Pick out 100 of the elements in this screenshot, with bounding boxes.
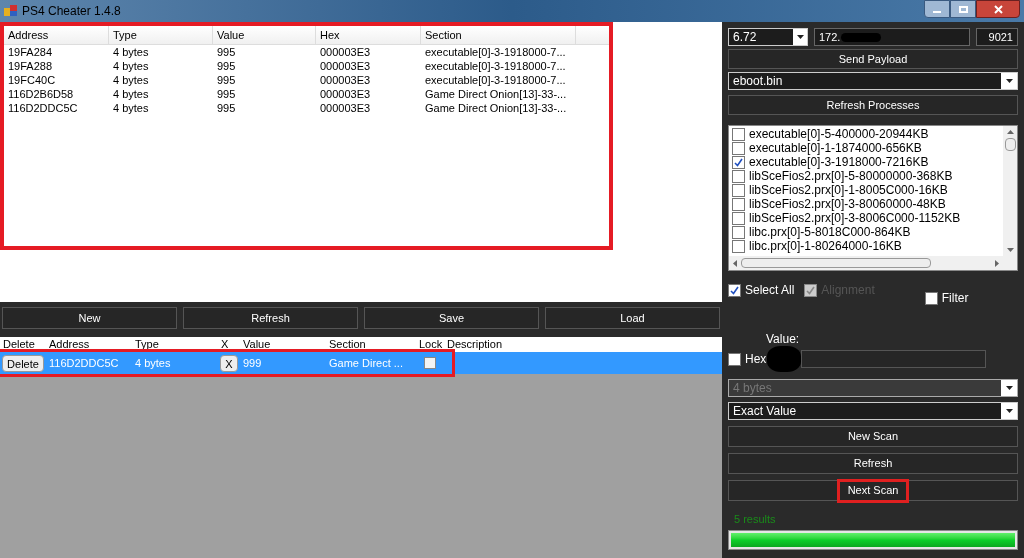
refresh-processes-button[interactable]: Refresh Processes [728,95,1018,115]
vertical-scrollbar[interactable] [1003,126,1017,256]
value-label: Value: [766,331,801,348]
table-cell-text: 995 [216,101,237,115]
table-cell-text: executable[0]-3-1918000-7... [424,73,567,87]
dropdown[interactable]: Exact Value [728,402,1018,420]
maximize-button[interactable] [950,0,976,18]
table-cell-text: 19FA288 [7,59,54,73]
button[interactable]: Save [364,307,539,329]
column-header[interactable]: Section [421,26,576,44]
table-cell-text: 4 bytes [112,45,150,59]
checkbox[interactable] [732,239,745,253]
table-cell-text: 4 bytes [112,59,150,73]
column-header[interactable]: Value [240,337,326,352]
column-header[interactable]: Type [132,337,218,352]
minimize-button[interactable] [924,0,950,18]
table-cell-text: Game Direct ... [328,355,404,371]
button[interactable]: New Scan [728,426,1018,447]
table-cell-text: 116D2DDC5C [48,355,120,371]
dropdown[interactable]: eboot.bin [728,72,1018,90]
column-header[interactable]: Lock [416,337,444,352]
caret-icon [1005,386,1013,390]
scroll-right-icon[interactable] [995,259,999,267]
ip-field[interactable]: 172. [814,28,970,46]
button[interactable]: Next Scan [728,480,1018,501]
table-cell-text: 995 [216,59,237,73]
column-header[interactable]: Type [109,26,213,44]
scroll-down-icon[interactable] [1006,248,1014,252]
table-cell-text: 4 bytes [112,87,150,101]
column-header[interactable]: X [218,337,240,352]
button[interactable]: Refresh [183,307,358,329]
table-cell-text: 19FC40C [7,73,57,87]
table-cell-text: 000003E3 [319,73,372,87]
remove-button[interactable]: X [220,354,238,372]
checkbox[interactable] [732,155,745,169]
column-header[interactable]: Description [444,337,722,352]
column-header[interactable]: Delete [0,337,46,352]
checkbox-label: libSceFios2.prx[0]-3-80060000-48KB [749,197,946,213]
checkbox-label: Hex [745,351,767,368]
table-cell-text: 19FA284 [7,45,54,59]
table-cell-text: executable[0]-3-1918000-7... [424,45,567,59]
checkbox[interactable] [728,352,741,366]
table-cell-text: 4 bytes [112,73,150,87]
table-cell-text: 4 bytes [112,101,150,115]
column-header[interactable]: Value [213,26,316,44]
button[interactable]: New [2,307,177,329]
checkbox-label: executable[0]-1-1874000-656KB [749,141,922,157]
checkbox[interactable] [732,141,745,155]
table-cell-text: 4 bytes [134,355,172,371]
table-cell-text: 000003E3 [319,45,372,59]
delete-button[interactable]: Delete [2,354,44,372]
checkbox[interactable] [732,127,745,141]
checkbox[interactable] [732,197,745,211]
checkbox-label: libSceFios2.prx[0]-1-8005C000-16KB [749,183,948,199]
button[interactable]: Load [545,307,720,329]
results-count: 5 results [734,512,777,527]
checkbox-label: executable[0]-3-1918000-7216KB [749,155,929,171]
window-title: PS4 Cheater 1.4.8 [22,3,121,20]
checkbox-label: executable[0]-5-400000-20944KB [749,126,929,143]
scroll-left-icon[interactable] [733,259,737,267]
table-row[interactable]: Delete 116D2DDC5C 4 bytes X 999 Game Direct ... [0,352,722,374]
port-field[interactable]: 9021 [976,28,1018,46]
column-header[interactable]: Section [326,337,416,352]
checkbox[interactable] [732,211,745,225]
horizontal-scrollbar[interactable] [729,256,1017,270]
column-header[interactable]: Address [4,26,109,44]
check-icon [730,285,739,295]
scroll-up-icon[interactable] [1006,130,1014,134]
app-icon [4,5,18,17]
table-cell-text: executable[0]-3-1918000-7... [424,59,567,73]
checkbox[interactable] [924,291,938,305]
checkbox-label: libc.prx[0]-5-8018C000-864KB [749,225,911,241]
column-header[interactable]: Hex [316,26,421,44]
table-cell-text: Game Direct Onion[13]-33-... [424,101,568,115]
firmware-dropdown[interactable]: 6.72 [728,28,808,46]
table-cell-text: 995 [216,45,237,59]
close-button[interactable] [976,0,1020,18]
caret-icon [1005,79,1013,83]
caret-icon [796,35,804,39]
checkbox[interactable] [728,283,741,297]
table-cell-text: Game Direct Onion[13]-33-... [424,87,568,101]
close-icon [993,4,1003,14]
button[interactable]: Refresh [728,453,1018,474]
checkbox-label: Filter [941,290,969,307]
checkbox[interactable] [732,169,745,183]
checkbox[interactable] [732,183,745,197]
lock-checkbox[interactable] [424,357,436,369]
checkbox-label: libSceFios2.prx[0]-3-8006C000-1152KB [749,211,961,227]
checkbox-label: libc.prx[0]-1-80264000-16KB [749,239,902,255]
scroll-thumb[interactable] [1004,138,1016,151]
table-cell-text: 995 [216,73,237,87]
column-header[interactable]: Address [46,337,132,352]
check-icon [734,157,743,167]
send-payload-button[interactable]: Send Payload [728,49,1018,69]
checkbox[interactable] [732,225,745,239]
scroll-thumb[interactable] [741,258,931,268]
table-cell-text: 999 [242,355,263,371]
checkbox-label: libSceFios2.prx[0]-5-80000000-368KB [749,169,953,185]
check-icon [806,285,816,295]
value-field[interactable] [801,350,986,368]
